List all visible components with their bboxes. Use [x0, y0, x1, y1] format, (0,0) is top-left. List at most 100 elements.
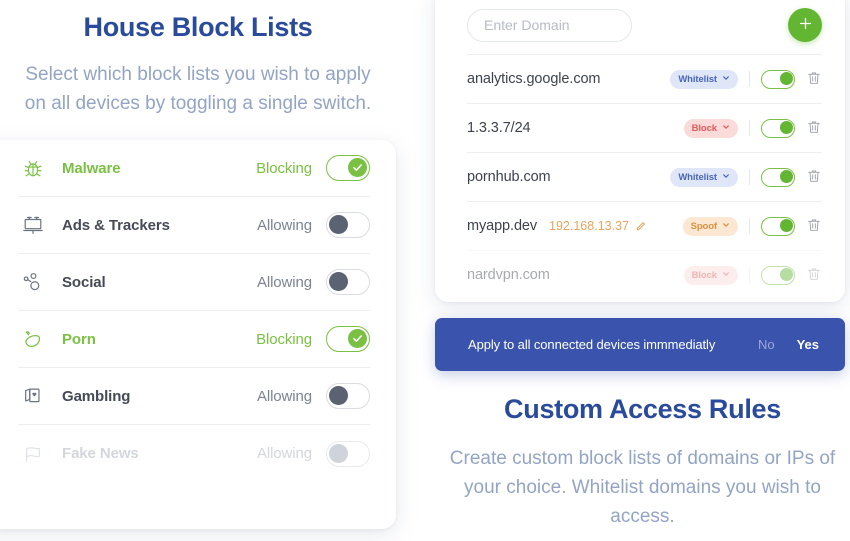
block-lists-section: House Block Lists Select which block lis… [0, 0, 396, 541]
domain-name: analytics.google.com [467, 71, 601, 87]
custom-rules-subtitle: Create custom block lists of domains or … [449, 448, 836, 527]
divider [749, 120, 750, 136]
toggle-knob [348, 158, 367, 177]
delete-domain-button[interactable] [806, 119, 822, 138]
share-icon [18, 267, 48, 297]
flag-icon [18, 439, 48, 469]
page-subtitle: Select which block lists you wish to app… [24, 64, 372, 114]
block-list-row-social[interactable]: Social Allowing [18, 254, 370, 311]
apply-yes-button[interactable]: Yes [797, 337, 819, 352]
block-list-status: Allowing [256, 216, 312, 234]
delete-domain-button[interactable] [806, 70, 822, 89]
block-list-label: Porn [62, 330, 96, 348]
trash-icon [806, 70, 822, 89]
block-list-status: Allowing [256, 273, 312, 291]
toggle-knob [779, 268, 793, 281]
block-list-row-ads-trackers[interactable]: Ads & Trackers Allowing [18, 197, 370, 254]
add-domain-button[interactable] [788, 8, 822, 42]
custom-access-rules-section: analytics.google.com Whitelist [435, 0, 850, 541]
trash-icon [806, 266, 822, 285]
divider [749, 267, 750, 283]
rule-type-badge[interactable]: Block [683, 118, 738, 138]
block-list-label: Malware [62, 159, 121, 177]
domain-name: pornhub.com [467, 169, 551, 185]
toggle-knob [779, 219, 793, 232]
block-list-toggle-malware[interactable] [326, 155, 370, 181]
rule-type-badge[interactable]: Block [683, 265, 738, 285]
badge-label: Block [691, 122, 717, 134]
domain-toggle[interactable] [761, 167, 795, 187]
badge-label: Whitelist [678, 73, 717, 85]
block-list-toggle-porn[interactable] [326, 326, 370, 352]
apply-banner: Apply to all connected devices immmediat… [435, 318, 845, 371]
trash-icon [806, 168, 822, 187]
domain-row[interactable]: pornhub.com Whitelist [467, 152, 822, 201]
block-lists-card: Malware Blocking Ads & Trackers Allowing [0, 140, 396, 529]
toggle-knob [779, 170, 793, 183]
rule-type-badge[interactable]: Spoof [682, 216, 738, 236]
trash-icon [806, 119, 822, 138]
badge-label: Whitelist [678, 171, 717, 183]
domain-toggle[interactable] [761, 118, 795, 138]
badge-label: Spoof [690, 220, 718, 232]
divider [749, 71, 750, 87]
block-list-row-porn[interactable]: Porn Blocking [18, 311, 370, 368]
apply-banner-message: Apply to all connected devices immmediat… [468, 337, 716, 352]
domain-row[interactable]: analytics.google.com Whitelist [467, 54, 822, 103]
block-list-toggle-fake-news[interactable] [326, 440, 370, 467]
rule-type-badge[interactable]: Whitelist [670, 69, 738, 89]
custom-rules-card: analytics.google.com Whitelist [435, 0, 845, 302]
chevron-down-icon [722, 172, 730, 183]
block-list-label: Social [62, 273, 106, 291]
domain-entry-bar [435, 0, 845, 54]
chevron-down-icon [722, 221, 730, 232]
block-list-row-fake-news[interactable]: Fake News Allowing [18, 425, 370, 482]
toggle-knob [329, 386, 348, 405]
block-list-status: Blocking [256, 159, 312, 177]
domain-row[interactable]: nardvpn.com Block [467, 250, 822, 299]
domain-toggle[interactable] [761, 265, 795, 285]
domain-name: nardvpn.com [467, 267, 550, 283]
custom-rules-title: Custom Access Rules [504, 394, 781, 424]
chevron-down-icon [722, 270, 730, 281]
domain-toggle[interactable] [761, 69, 795, 89]
block-list-toggle-ads-trackers[interactable] [326, 212, 370, 238]
domain-name: 1.3.3.7/24 [467, 120, 531, 136]
billboard-icon [18, 210, 48, 240]
page-title: House Block Lists [83, 12, 313, 42]
plus-icon [797, 15, 814, 35]
block-list-row-gambling[interactable]: Gambling Allowing [18, 368, 370, 425]
block-list-label: Gambling [62, 387, 131, 405]
block-list-label: Ads & Trackers [62, 216, 170, 234]
badge-label: Block [691, 269, 717, 281]
block-list-status: Allowing [256, 387, 312, 405]
toggle-knob [329, 443, 348, 463]
toggle-knob [779, 121, 793, 134]
domain-name: myapp.dev [467, 218, 538, 234]
chevron-down-icon [722, 123, 730, 134]
bug-icon [18, 153, 48, 183]
eggplant-icon [18, 324, 48, 354]
delete-domain-button[interactable] [806, 168, 822, 187]
toggle-knob [348, 329, 367, 348]
domain-row[interactable]: 1.3.3.7/24 Block [467, 103, 822, 152]
divider [749, 218, 750, 234]
block-list-label: Fake News [62, 445, 139, 462]
edit-pencil-icon[interactable] [635, 221, 646, 232]
spoof-ip-value: 192.168.13.37 [549, 219, 629, 233]
domain-row[interactable]: myapp.dev 192.168.13.37 Spoof [467, 201, 822, 250]
block-list-toggle-gambling[interactable] [326, 383, 370, 409]
delete-domain-button[interactable] [806, 217, 822, 236]
block-list-toggle-social[interactable] [326, 269, 370, 295]
apply-no-button[interactable]: No [758, 337, 775, 352]
toggle-knob [329, 272, 348, 291]
delete-domain-button[interactable] [806, 266, 822, 285]
block-list-row-malware[interactable]: Malware Blocking [18, 140, 370, 197]
trash-icon [806, 217, 822, 236]
divider [749, 169, 750, 185]
domain-toggle[interactable] [761, 216, 795, 236]
domain-input[interactable] [467, 8, 632, 42]
toggle-knob [329, 215, 348, 234]
block-list-status: Blocking [256, 330, 312, 348]
rule-type-badge[interactable]: Whitelist [670, 167, 738, 187]
